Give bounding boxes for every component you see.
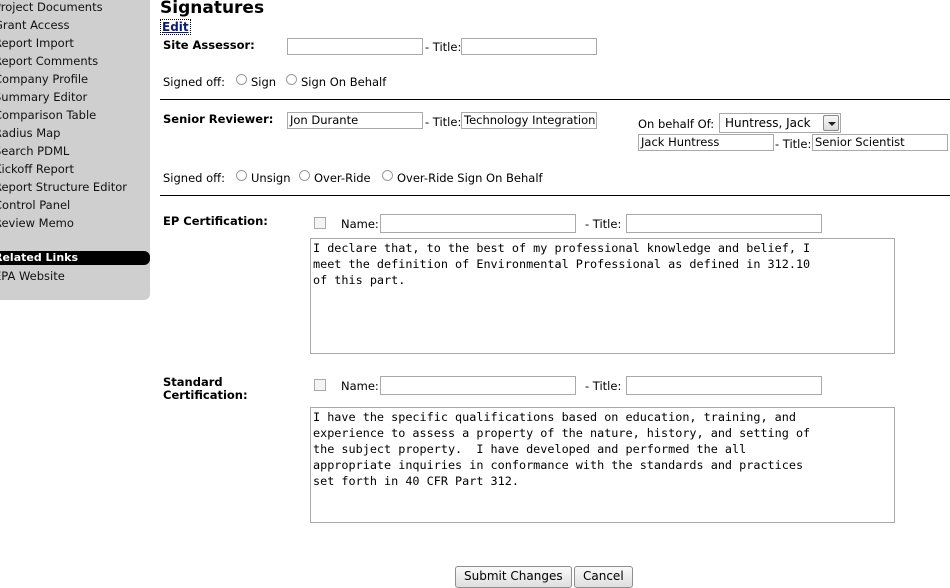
sidebar-item-grant-access[interactable]: Grant Access — [0, 18, 70, 32]
senior-reviewer-name-input[interactable]: Jon Durante — [287, 112, 423, 129]
standard-name-input[interactable] — [380, 376, 576, 395]
sign-radio-label: Sign — [251, 75, 277, 89]
related-links-header: Related Links — [0, 251, 150, 265]
on-behalf-of-selected: Huntress, Jack — [725, 116, 811, 130]
override-sign-on-behalf-radio[interactable] — [382, 170, 393, 181]
sign-on-behalf-radio-label: Sign On Behalf — [301, 75, 387, 89]
unsign-radio-label: Unsign — [251, 171, 291, 185]
site-assessor-title-label: - Title: — [425, 40, 462, 54]
override-radio[interactable] — [299, 170, 310, 181]
standard-title-label: - Title: — [585, 379, 622, 393]
ep-certification-checkbox[interactable] — [314, 217, 326, 229]
cancel-button[interactable]: Cancel — [574, 566, 633, 588]
sidebar-item-report-comments[interactable]: Report Comments — [0, 54, 98, 68]
sidebar-item-company-profile[interactable]: Company Profile — [0, 72, 88, 86]
sign-on-behalf-radio[interactable] — [286, 74, 297, 85]
site-assessor-signed-off-label: Signed off: — [163, 75, 225, 89]
sidebar-item-report-import[interactable]: Report Import — [0, 36, 74, 50]
behalf-title-input[interactable]: Senior Scientist — [812, 134, 948, 151]
site-assessor-title-input[interactable] — [461, 38, 597, 55]
senior-reviewer-signed-off-label: Signed off: — [163, 171, 225, 185]
standard-certification-label: Standard Certification: — [163, 375, 248, 402]
on-behalf-of-label: On behalf Of: — [638, 117, 715, 131]
divider — [160, 99, 950, 100]
sidebar-item-summary-editor[interactable]: Summary Editor — [0, 90, 87, 104]
edit-link[interactable]: Edit — [160, 19, 191, 35]
site-assessor-name-input[interactable] — [287, 38, 423, 55]
standard-certification-checkbox[interactable] — [314, 379, 326, 391]
ep-title-label: - Title: — [585, 217, 622, 231]
senior-reviewer-label: Senior Reviewer: — [163, 112, 274, 126]
sidebar-item-radius-map[interactable]: Radius Map — [0, 126, 60, 140]
sidebar: Project Documents Grant Access Report Im… — [0, 0, 150, 300]
chevron-down-icon[interactable] — [823, 115, 839, 131]
on-behalf-of-select[interactable]: Huntress, Jack — [719, 113, 841, 133]
sidebar-item-comparison-table[interactable]: Comparison Table — [0, 108, 96, 122]
behalf-title-label: - Title: — [775, 137, 812, 151]
site-assessor-label: Site Assessor: — [163, 38, 255, 52]
ep-title-input[interactable] — [626, 214, 822, 233]
sidebar-item-project-documents[interactable]: Project Documents — [0, 0, 103, 14]
sidebar-item-review-memo[interactable]: Review Memo — [0, 216, 74, 230]
ep-name-label: Name: — [341, 217, 379, 231]
standard-name-label: Name: — [341, 379, 379, 393]
sidebar-item-control-panel[interactable]: Control Panel — [0, 198, 70, 212]
sidebar-item-kickoff-report[interactable]: Kickoff Report — [0, 162, 74, 176]
page-title: Signatures — [160, 0, 265, 18]
ep-certification-label: EP Certification: — [163, 214, 268, 228]
sign-radio[interactable] — [236, 74, 247, 85]
standard-certification-textarea[interactable]: I have the specific qualifications based… — [310, 407, 895, 523]
behalf-name-input[interactable]: Jack Huntress — [638, 134, 774, 151]
override-sign-on-behalf-radio-label: Over-Ride Sign On Behalf — [397, 171, 543, 185]
submit-changes-button[interactable]: Submit Changes — [455, 566, 572, 588]
sidebar-item-search-pdml[interactable]: Search PDML — [0, 144, 69, 158]
sidebar-item-epa-website[interactable]: EPA Website — [0, 269, 65, 283]
sidebar-item-report-structure-editor[interactable]: Report Structure Editor — [0, 180, 127, 194]
ep-certification-textarea[interactable]: I declare that, to the best of my profes… — [310, 238, 895, 354]
unsign-radio[interactable] — [236, 170, 247, 181]
senior-reviewer-title-label: - Title: — [425, 115, 462, 129]
ep-name-input[interactable] — [380, 214, 576, 233]
divider — [160, 195, 950, 196]
override-radio-label: Over-Ride — [314, 171, 371, 185]
senior-reviewer-title-input[interactable]: Technology Integration — [461, 112, 597, 129]
standard-title-input[interactable] — [626, 376, 822, 395]
